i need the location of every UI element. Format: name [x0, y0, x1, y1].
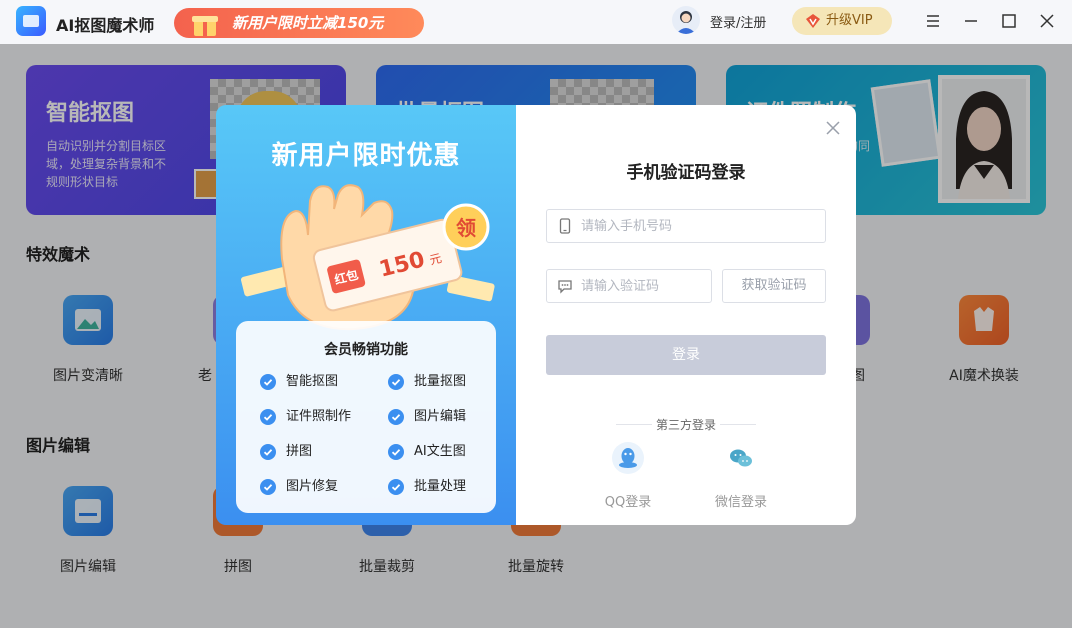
phone-field[interactable]: [546, 209, 826, 243]
close-modal-icon[interactable]: [824, 119, 842, 137]
login-register-link[interactable]: 登录/注册: [710, 12, 766, 31]
check-circle-icon: [388, 409, 404, 425]
check-circle-icon: [388, 444, 404, 460]
maximize-icon[interactable]: [998, 10, 1020, 32]
upgrade-vip-label: 升级VIP: [826, 13, 873, 28]
close-window-icon[interactable]: [1036, 10, 1058, 32]
promo-title: 新用户限时优惠: [271, 141, 461, 171]
qq-login[interactable]: QQ登录: [593, 441, 663, 510]
gift-icon: [192, 16, 218, 36]
benefits-panel: 会员畅销功能 智能抠图 批量抠图 证件照制作 图片编辑 拼图 AI文生图 图片修…: [236, 321, 496, 513]
benefit-label: 图片修复: [286, 479, 339, 494]
coupon-hand-illustration: 红包 150 元 领: [240, 184, 495, 331]
check-circle-icon: [260, 479, 276, 495]
benefit-item: AI文生图: [388, 443, 466, 461]
menu-icon[interactable]: [922, 10, 944, 32]
benefit-label: 批量处理: [414, 479, 467, 494]
benefit-label: 图片编辑: [414, 409, 467, 424]
benefit-label: 批量抠图: [414, 374, 467, 389]
third-party-divider: 第三方登录: [516, 416, 856, 433]
wechat-icon: [730, 449, 752, 467]
wechat-login-label: 微信登录: [714, 495, 767, 510]
benefit-item: 智能抠图: [260, 373, 338, 391]
promo-panel: 新用户限时优惠 红包 150 元 领 会员畅销功能 智能抠图 批量抠图 证件照制…: [216, 105, 516, 525]
benefit-item: 证件照制作: [260, 408, 351, 426]
benefit-item: 批量抠图: [388, 373, 466, 391]
phone-input[interactable]: [581, 210, 821, 242]
app-logo-icon: [16, 6, 46, 36]
benefit-label: AI文生图: [414, 444, 466, 459]
check-circle-icon: [388, 479, 404, 495]
get-code-button[interactable]: 获取验证码: [722, 269, 826, 303]
upgrade-vip-button[interactable]: 升级VIP: [792, 7, 892, 35]
app-name: AI抠图魔术师: [56, 16, 155, 35]
minimize-icon[interactable]: [960, 10, 982, 32]
phone-icon: [559, 218, 571, 234]
claim-badge: 领: [456, 216, 476, 240]
check-circle-icon: [260, 409, 276, 425]
title-bar: AI抠图魔术师 新用户限时立减150元 登录/注册 升级VIP: [0, 0, 1072, 44]
login-title: 手机验证码登录: [626, 163, 746, 183]
qq-icon: [612, 442, 644, 474]
login-submit-button[interactable]: 登录: [546, 335, 826, 375]
message-icon: [558, 280, 572, 294]
benefit-label: 智能抠图: [286, 374, 339, 389]
diamond-icon: [806, 14, 820, 28]
benefits-title: 会员畅销功能: [324, 342, 408, 358]
user-avatar-icon[interactable]: [672, 6, 700, 34]
benefit-item: 图片编辑: [388, 408, 466, 426]
wechat-login[interactable]: 微信登录: [706, 441, 776, 510]
check-circle-icon: [260, 374, 276, 390]
benefit-label: 证件照制作: [286, 409, 352, 424]
code-field[interactable]: [546, 269, 712, 303]
benefit-item: 批量处理: [388, 478, 466, 496]
code-input[interactable]: [581, 270, 707, 302]
benefit-item: 图片修复: [260, 478, 338, 496]
promo-banner-text: 新用户限时立减150元: [232, 14, 384, 32]
benefit-item: 拼图: [260, 443, 312, 461]
check-circle-icon: [260, 444, 276, 460]
promo-banner[interactable]: 新用户限时立减150元: [174, 8, 424, 38]
login-panel: 手机验证码登录 获取验证码 登录 第三方登录 QQ登录 微信登录: [516, 105, 856, 525]
benefit-label: 拼图: [286, 444, 313, 459]
check-circle-icon: [388, 374, 404, 390]
qq-login-label: QQ登录: [604, 495, 652, 510]
